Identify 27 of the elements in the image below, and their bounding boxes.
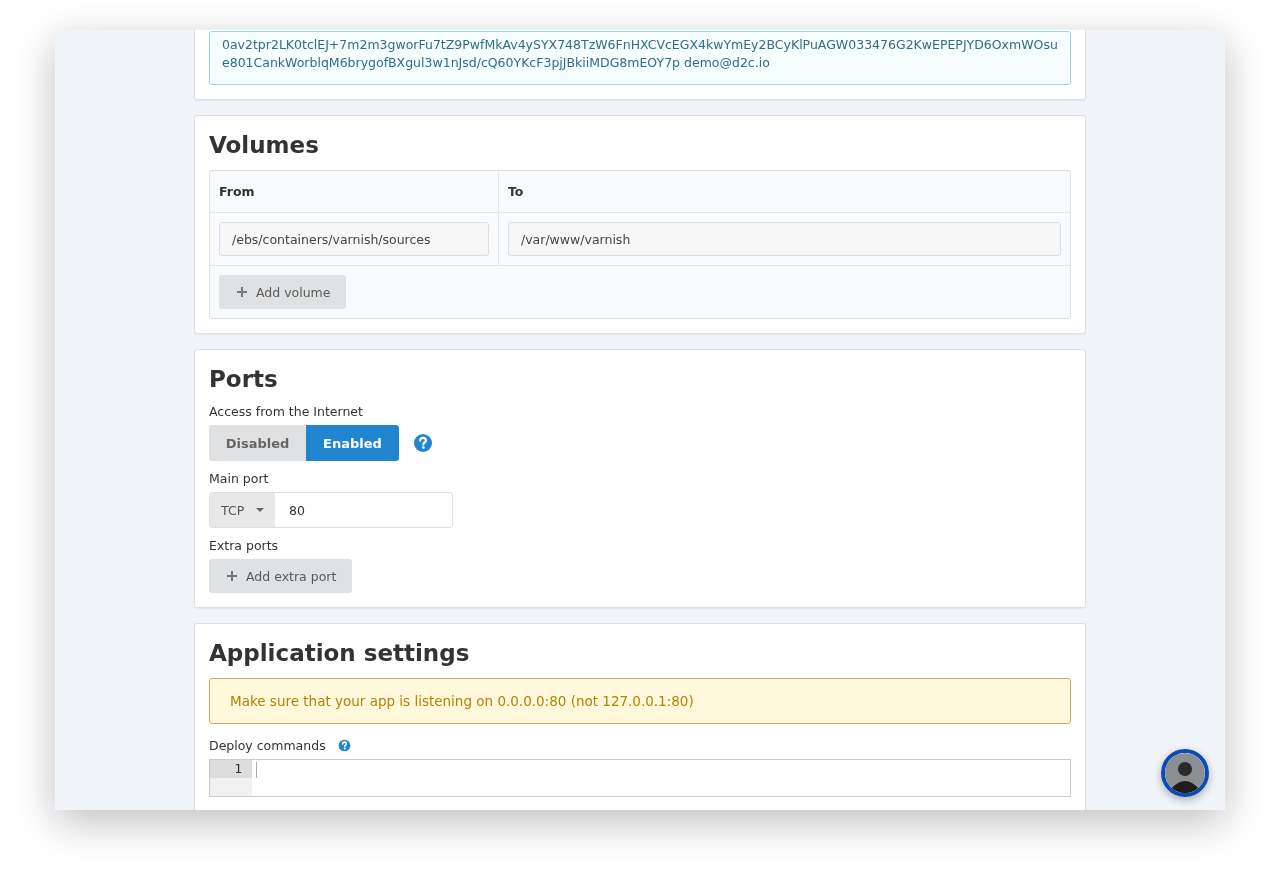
help-icon[interactable] [413, 433, 433, 453]
protocol-dropdown[interactable]: TCP [210, 493, 275, 527]
add-extra-port-button[interactable]: Add extra port [209, 559, 353, 593]
field-label: Access from the Internet [209, 404, 364, 419]
code-editor[interactable]: 1 [209, 759, 1071, 797]
section-title: Volumes [209, 131, 320, 160]
add-volume-button[interactable]: Add volume [219, 275, 347, 309]
section-title: Ports [209, 365, 279, 394]
column-header: To [508, 184, 524, 199]
to-path-field[interactable]: /var/www/varnish [508, 222, 1061, 256]
field-label: Deploy commands [209, 738, 326, 753]
avatar[interactable] [1161, 749, 1209, 797]
ssh-key-text: 0av2tpr2LK0tclEJ+7m2m3gworFu7tZ9PwfMkAv4ySYX748TzW6FnHXCVcEGX4kwYmEy2BCyKlPuAGW033476G2KwEPEPJYD6OxmWOsu e801CankWorblqM6brygofBXgul3w1nJsd/cQ60YKcF3pjJBkiiMDG8mEOY7p demo@d2c.io [209, 31, 1071, 85]
field-label: Extra ports [209, 538, 280, 553]
plus-icon [227, 571, 237, 581]
toggle-option[interactable]: Enabled [306, 425, 399, 461]
plus-icon [237, 287, 247, 297]
help-icon[interactable] [337, 739, 351, 752]
caret-icon [256, 508, 265, 512]
section-title: Application settings [209, 639, 471, 668]
field-label: Main port [209, 471, 270, 486]
warning-message: Make sure that your app is listening on 0.0.0.0:80 (not 127.0.0.1:80) [209, 678, 1071, 724]
port-field[interactable]: TCP 80 [209, 492, 453, 528]
toggle-option[interactable]: Disabled [209, 425, 306, 461]
line-number: 1 [210, 760, 252, 778]
from-path-field[interactable]: /ebs/containers/varnish/sources [219, 222, 489, 256]
column-header: From [219, 184, 255, 199]
